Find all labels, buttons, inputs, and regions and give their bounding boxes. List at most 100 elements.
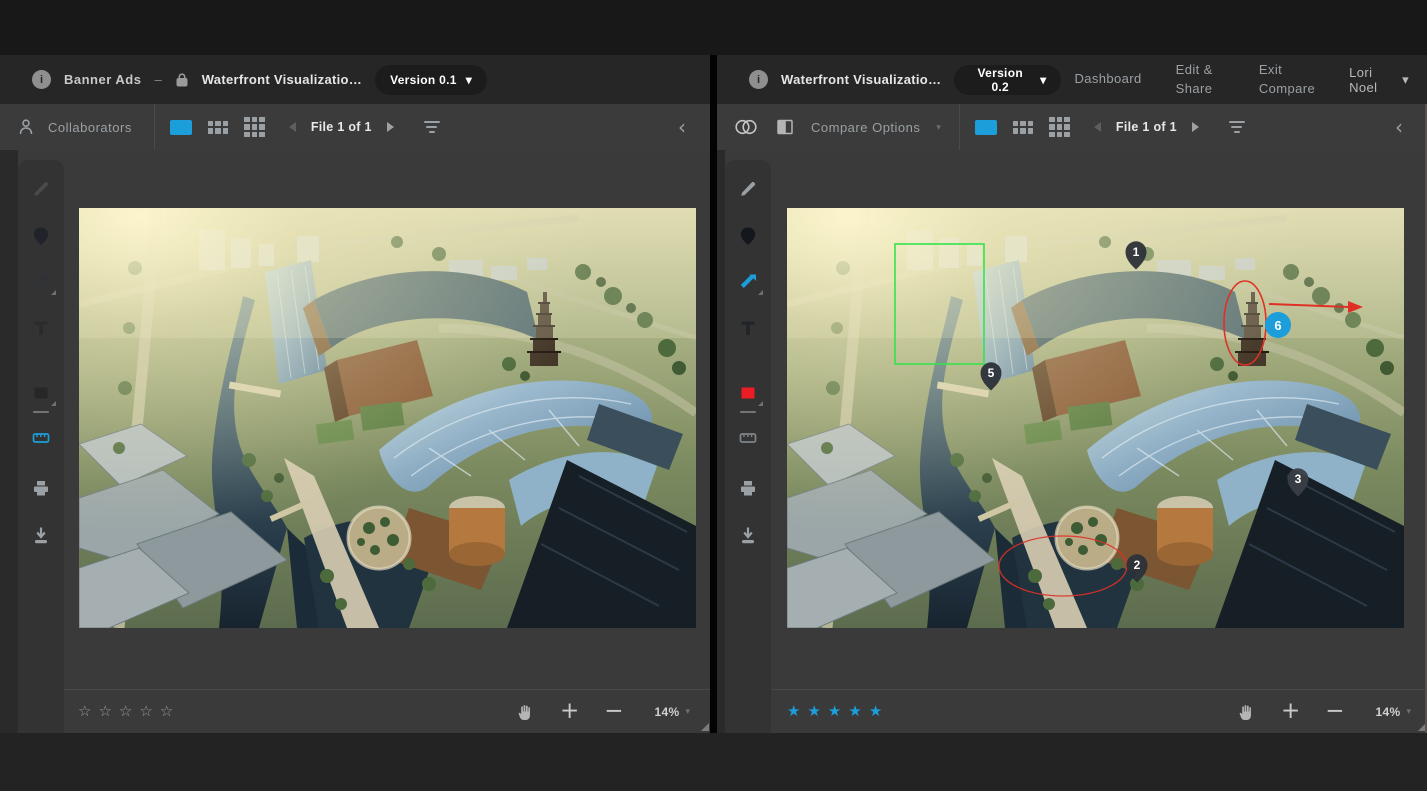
arrow-tool[interactable] (18, 272, 64, 292)
rectangle-tool[interactable] (725, 383, 771, 403)
zoom-in-button[interactable]: + (1281, 700, 1300, 723)
exit-compare-link[interactable]: Exit Compare (1259, 61, 1315, 99)
pin-tool[interactable] (725, 226, 771, 246)
green-rectangle-annotation[interactable] (895, 244, 984, 364)
download-button[interactable] (18, 525, 64, 545)
version-selector[interactable]: Version 0.2 ▾ (954, 65, 1061, 95)
project-name: Banner Ads (64, 72, 141, 87)
file-navigation: File 1 of 1 (289, 120, 394, 134)
line-tool-icon (31, 402, 51, 422)
zoom-out-button[interactable]: − (604, 700, 623, 723)
star-icon[interactable]: ☆ (160, 704, 173, 719)
annotation-pin-1[interactable]: 1 (1126, 241, 1147, 269)
proof-image-v2[interactable]: 1 5 2 3 6 (787, 208, 1404, 628)
print-button[interactable] (725, 478, 771, 498)
star-icon[interactable]: ★ (848, 704, 861, 719)
edit-share-link[interactable]: Edit & Share (1176, 61, 1225, 99)
download-button[interactable] (725, 525, 771, 545)
line-tool[interactable] (18, 402, 64, 422)
star-icon[interactable]: ★ (828, 704, 841, 719)
compare-split-icon[interactable] (775, 117, 795, 137)
rectangle-tool[interactable] (18, 383, 64, 403)
pencil-tool[interactable] (18, 179, 64, 199)
annotation-layer: 1 5 2 3 6 (787, 208, 1404, 628)
view-grid-3x3-button[interactable] (244, 117, 265, 138)
version-selector[interactable]: Version 0.1 ▾ (375, 65, 487, 95)
rectangle-tool-icon (738, 383, 758, 403)
zoom-level-dropdown[interactable]: 14% ▾ (655, 705, 690, 719)
star-icon[interactable]: ☆ (98, 704, 111, 719)
next-file-button[interactable] (1192, 122, 1199, 132)
pin-tool-icon (31, 226, 51, 246)
prev-file-button[interactable] (289, 122, 296, 132)
left-toolbar: Collaborators File 1 of 1 ‹ (0, 104, 710, 150)
resize-handle[interactable] (701, 723, 709, 731)
ruler-tool-icon (31, 428, 51, 448)
download-icon (738, 525, 758, 545)
star-rating: ☆ ☆ ☆ ☆ ☆ (78, 704, 173, 719)
compare-controls: Compare Options ▾ (717, 104, 960, 150)
ruler-tool[interactable] (18, 428, 64, 448)
left-sidebar-gutter (0, 150, 18, 733)
hand-tool-button[interactable] (1237, 702, 1256, 721)
filter-button[interactable] (1229, 121, 1245, 133)
line-tool[interactable] (725, 402, 771, 422)
prev-file-button[interactable] (1094, 122, 1101, 132)
zoom-controls: + − 14% ▾ (516, 700, 690, 723)
collaborators-button[interactable]: Collaborators (0, 104, 155, 150)
red-ellipse-water-annotation[interactable] (999, 536, 1127, 596)
red-arrow-annotation[interactable] (1269, 301, 1363, 313)
collaborators-icon (16, 117, 36, 137)
ruler-tool[interactable] (725, 428, 771, 448)
right-bottom-bar: ★ ★ ★ ★ ★ + − 14% ▾ (717, 689, 1427, 733)
star-icon[interactable]: ★ (869, 704, 882, 719)
collapse-panel-button[interactable]: ‹ (1395, 117, 1403, 137)
view-grid-2x3-button[interactable] (208, 121, 229, 134)
view-grid-2x3-button[interactable] (1013, 121, 1034, 134)
star-icon[interactable]: ★ (787, 704, 800, 719)
filter-button[interactable] (424, 121, 440, 133)
pin-tool[interactable] (18, 226, 64, 246)
proofing-app-window: i Banner Ads – Waterfront Visualizatio… … (0, 0, 1427, 791)
zoom-out-button[interactable]: − (1325, 700, 1344, 723)
arrow-tool-icon (31, 272, 51, 292)
annotation-pin-2[interactable]: 2 (1127, 554, 1148, 582)
star-icon[interactable]: ☆ (78, 704, 91, 719)
zoom-level-dropdown[interactable]: 14% ▾ (1376, 705, 1411, 719)
view-single-button[interactable] (975, 120, 997, 135)
star-icon[interactable]: ☆ (139, 704, 152, 719)
info-icon[interactable]: i (32, 70, 51, 89)
view-mode-group (170, 117, 265, 138)
separator-dash: – (154, 72, 161, 87)
user-menu[interactable]: Lori Noel ▾ (1349, 65, 1409, 95)
dashboard-link[interactable]: Dashboard (1074, 70, 1141, 89)
annotation-comment-6[interactable]: 6 (1265, 312, 1291, 338)
next-file-button[interactable] (387, 122, 394, 132)
star-icon[interactable]: ★ (807, 704, 820, 719)
view-grid-3x3-button[interactable] (1049, 117, 1070, 138)
text-tool[interactable] (18, 318, 64, 338)
arrow-tool[interactable] (725, 272, 771, 292)
left-bottom-bar: ☆ ☆ ☆ ☆ ☆ + − 14% ▾ (0, 689, 710, 733)
red-ellipse-pagoda-annotation[interactable] (1224, 281, 1266, 365)
right-canvas: 1 5 2 3 6 (717, 150, 1427, 689)
print-icon (738, 478, 758, 498)
annotation-pin-3[interactable]: 3 (1288, 468, 1309, 496)
collapse-panel-button[interactable]: ‹ (678, 117, 686, 137)
info-icon[interactable]: i (749, 70, 768, 89)
view-single-button[interactable] (170, 120, 192, 135)
file-navigation: File 1 of 1 (1094, 120, 1199, 134)
annotation-pin-5[interactable]: 5 (981, 362, 1002, 390)
zoom-in-button[interactable]: + (560, 700, 579, 723)
pin-number: 3 (1295, 472, 1302, 486)
print-button[interactable] (18, 478, 64, 498)
document-title: Waterfront Visualizatio… (202, 72, 362, 87)
compare-overlay-icon[interactable] (733, 117, 759, 137)
hand-tool-button[interactable] (516, 702, 535, 721)
right-annotation-toolbar (725, 160, 771, 733)
compare-options-dropdown[interactable]: Compare Options (811, 120, 920, 135)
proof-image-v1[interactable] (79, 208, 696, 628)
text-tool[interactable] (725, 318, 771, 338)
pencil-tool[interactable] (725, 179, 771, 199)
star-icon[interactable]: ☆ (119, 704, 132, 719)
